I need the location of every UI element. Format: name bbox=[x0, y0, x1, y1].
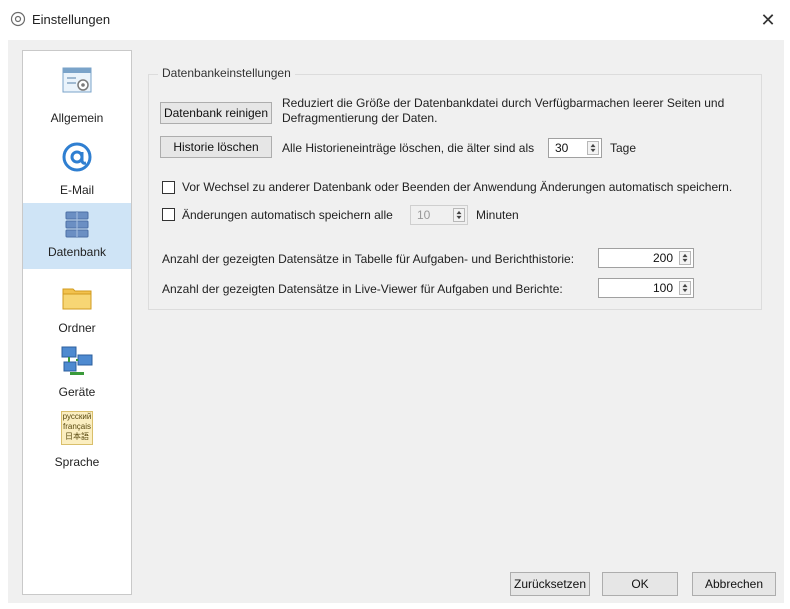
history-rows-value: 200 bbox=[652, 251, 673, 265]
language-icon: русский français 日本語 bbox=[61, 411, 93, 445]
history-rows-stepper[interactable]: 200 bbox=[598, 248, 694, 268]
sidebar-item-label: Ordner bbox=[58, 321, 96, 335]
spin-arrows-icon[interactable] bbox=[679, 281, 691, 295]
sidebar-item-datenbank[interactable]: Datenbank bbox=[23, 203, 131, 269]
clean-database-button[interactable]: Datenbank reinigen bbox=[160, 102, 272, 124]
at-sign-icon bbox=[62, 142, 92, 172]
autosave-interval-value: 10 bbox=[417, 208, 431, 222]
gear-icon bbox=[10, 11, 26, 27]
clean-description-line2: Defragmentierung der Daten. bbox=[282, 111, 438, 125]
sidebar-item-allgemein[interactable]: Allgemein bbox=[23, 57, 131, 131]
autosave-interval-unit: Minuten bbox=[476, 208, 519, 222]
liveviewer-rows-stepper[interactable]: 100 bbox=[598, 278, 694, 298]
language-line: français bbox=[62, 422, 91, 431]
dialog-body: Allgemein E-Mail Datenbank Ordner Geräte… bbox=[8, 40, 784, 603]
database-icon bbox=[65, 211, 89, 238]
sidebar-item-email[interactable]: E-Mail bbox=[23, 133, 131, 203]
close-button[interactable]: ✕ bbox=[756, 8, 780, 32]
sidebar-item-label: Sprache bbox=[54, 455, 100, 469]
clean-description: Reduziert die Größe der Datenbankdatei d… bbox=[282, 96, 725, 110]
clear-history-button[interactable]: Historie löschen bbox=[160, 136, 272, 158]
history-rows-label: Anzahl der gezeigten Datensätze in Tabel… bbox=[162, 252, 575, 266]
window-title: Einstellungen bbox=[32, 12, 111, 27]
liveviewer-rows-value: 100 bbox=[652, 281, 673, 295]
spin-arrows-icon[interactable] bbox=[679, 251, 691, 265]
history-days-value: 30 bbox=[555, 141, 569, 155]
autosave-interval-checkbox[interactable] bbox=[162, 208, 175, 221]
liveviewer-rows-label: Anzahl der gezeigten Datensätze in Live-… bbox=[162, 282, 563, 296]
sidebar-item-sprache[interactable]: русский français 日本語 Sprache bbox=[23, 407, 131, 475]
ok-button[interactable]: OK bbox=[602, 572, 678, 596]
sidebar-item-label: Geräte bbox=[58, 385, 96, 399]
spin-arrows-icon[interactable] bbox=[453, 208, 465, 222]
history-unit: Tage bbox=[610, 141, 637, 155]
settings-window-icon bbox=[62, 67, 92, 93]
autosave-interval-label: Änderungen automatisch speichern alle bbox=[182, 208, 393, 222]
settings-window: Einstellungen ✕ Allgemein E-Mail Datenba… bbox=[0, 0, 790, 609]
autosave-on-switch-label: Vor Wechsel zu anderer Datenbank oder Be… bbox=[182, 180, 733, 194]
settings-sidebar: Allgemein E-Mail Datenbank Ordner Geräte… bbox=[22, 50, 132, 595]
sidebar-item-label: E-Mail bbox=[59, 183, 94, 197]
language-line: русский bbox=[62, 412, 92, 421]
group-title: Datenbankeinstellungen bbox=[158, 66, 295, 80]
history-days-stepper[interactable]: 30 bbox=[548, 138, 602, 158]
sidebar-item-ordner[interactable]: Ordner bbox=[23, 273, 131, 339]
network-computers-icon bbox=[61, 346, 93, 375]
spin-arrows-icon[interactable] bbox=[587, 141, 599, 155]
autosave-on-switch-checkbox[interactable] bbox=[162, 181, 175, 194]
cancel-button[interactable]: Abbrechen bbox=[692, 572, 776, 596]
folder-icon bbox=[62, 288, 92, 310]
sidebar-item-geraete[interactable]: Geräte bbox=[23, 341, 131, 403]
sidebar-item-label: Datenbank bbox=[47, 245, 107, 259]
sidebar-item-label: Allgemein bbox=[50, 111, 104, 125]
language-line: 日本語 bbox=[65, 432, 89, 441]
autosave-interval-stepper[interactable]: 10 bbox=[410, 205, 468, 225]
history-description: Alle Historieneinträge löschen, die älte… bbox=[282, 141, 535, 155]
reset-button[interactable]: Zurücksetzen bbox=[510, 572, 590, 596]
title-bar: Einstellungen ✕ bbox=[0, 0, 790, 40]
